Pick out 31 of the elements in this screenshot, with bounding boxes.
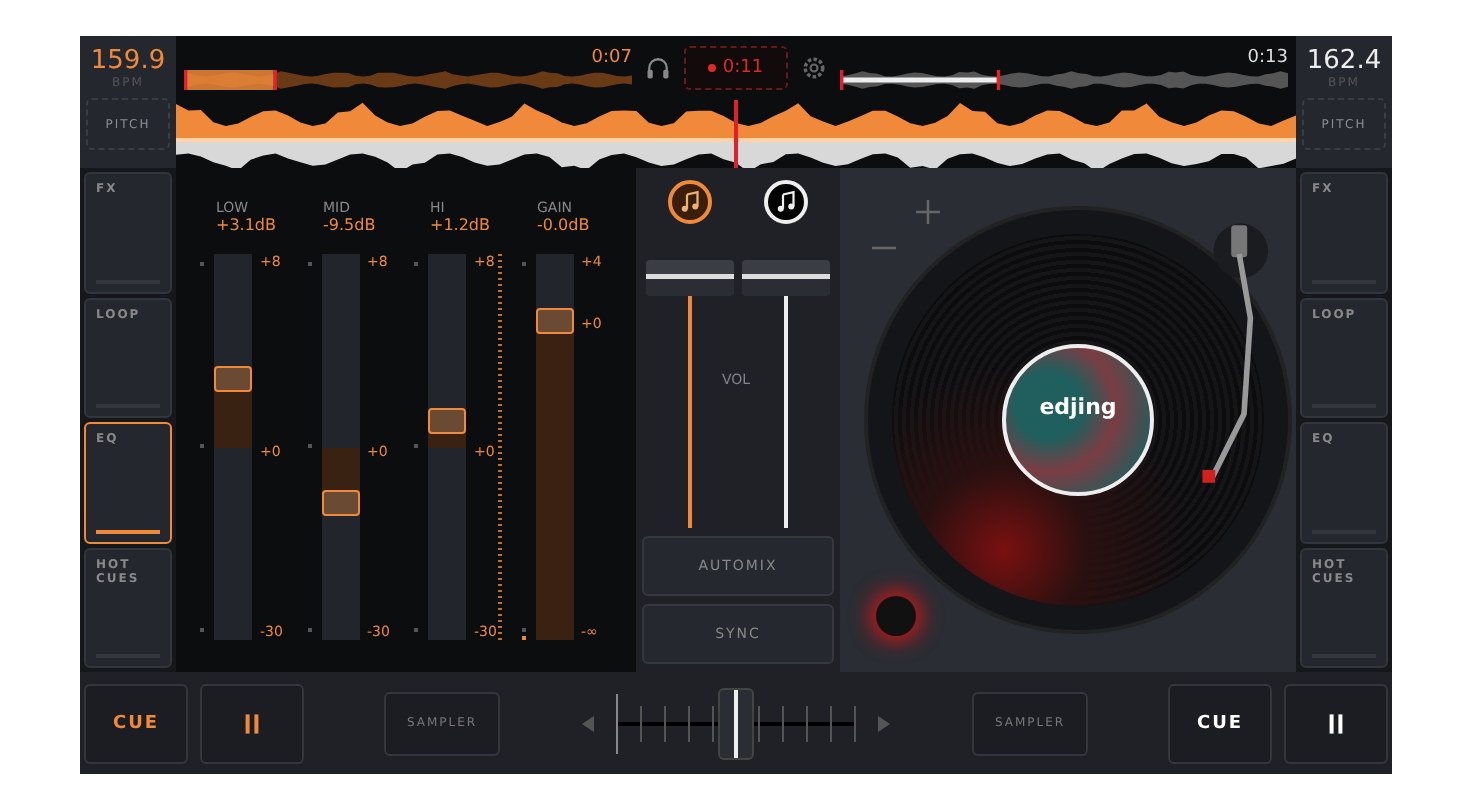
bpm-value: 162.4 xyxy=(1306,48,1382,76)
eq-band-value: -0.0dB xyxy=(535,216,592,234)
eq-band-value: +3.1dB xyxy=(214,216,278,234)
pause-icon xyxy=(244,713,260,733)
right-arrow-icon[interactable] xyxy=(876,715,892,731)
eq-slider[interactable] xyxy=(428,254,466,640)
eq-slider[interactable] xyxy=(321,254,359,640)
left-arrow-icon[interactable] xyxy=(580,715,596,731)
knob[interactable] xyxy=(876,596,916,636)
cue-button[interactable]: CUE xyxy=(1168,683,1272,763)
pause-button[interactable] xyxy=(200,683,304,763)
eq-band-value: +1.2dB xyxy=(428,216,492,234)
pause-icon xyxy=(1328,713,1344,733)
eq-slider[interactable] xyxy=(214,254,252,640)
record-logo: edjing xyxy=(1039,393,1117,419)
eq-slider[interactable] xyxy=(535,254,573,640)
settings-icon[interactable] xyxy=(800,54,828,82)
track-overview-waveform[interactable] xyxy=(184,69,632,89)
plus-icon[interactable] xyxy=(916,200,940,224)
track-time: 0:07 xyxy=(591,47,632,69)
track-overview-waveform[interactable] xyxy=(840,69,1288,89)
waveform-drawing[interactable] xyxy=(176,100,1296,168)
bpm-value: 159.9 xyxy=(90,48,166,76)
eq-band-value: -9.5dB xyxy=(321,216,378,234)
track-time: 0:13 xyxy=(1247,47,1288,69)
record-button[interactable]: 0:11 xyxy=(684,46,788,90)
headphones-icon[interactable] xyxy=(644,54,672,82)
turntable-platter[interactable]: edjing xyxy=(868,210,1288,630)
music-note-icon[interactable] xyxy=(668,180,712,224)
pause-button[interactable] xyxy=(1284,683,1388,763)
cue-button[interactable]: CUE xyxy=(84,683,188,763)
